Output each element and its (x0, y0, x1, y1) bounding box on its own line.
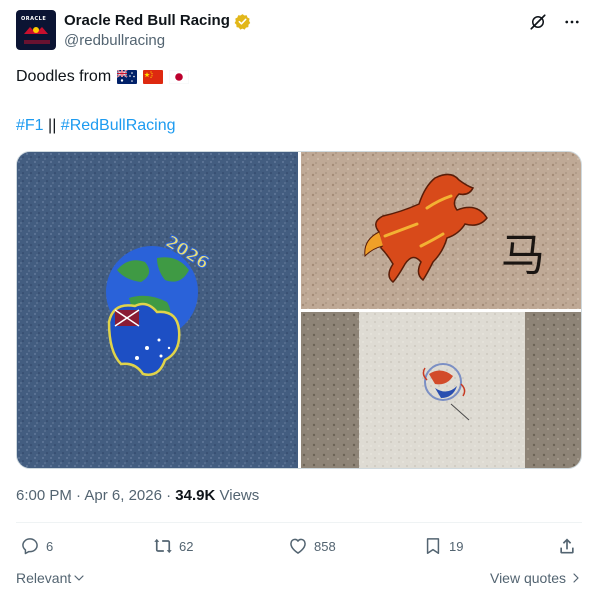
sort-label: Relevant (16, 570, 72, 586)
media-grid: 2026 马 (16, 151, 582, 469)
hashtag-redbullracing[interactable]: #RedBullRacing (61, 117, 176, 134)
australia-flag-icon (117, 70, 138, 84)
tweet-header: ORACLE Oracle Red Bull Racing @redbullra… (16, 10, 582, 56)
views-count: 34.9K (175, 487, 216, 504)
bull-logo-icon (22, 25, 50, 35)
tweet-body: Doodles from (16, 68, 112, 85)
action-bar: 6 62 858 19 (16, 536, 582, 560)
avatar[interactable]: ORACLE (16, 10, 56, 50)
display-name[interactable]: Oracle Red Bull Racing (64, 11, 251, 31)
doodle-character: 马 (501, 230, 545, 281)
japan-flag-icon (169, 70, 190, 84)
tweet-footer: Relevant View quotes (16, 570, 582, 590)
repost-button[interactable]: 62 (153, 536, 193, 556)
heart-icon (290, 538, 306, 554)
photo-china-doodle[interactable]: 马 (301, 152, 581, 309)
display-name-text: Oracle Red Bull Racing (64, 12, 230, 29)
view-quotes-label: View quotes (489, 570, 566, 586)
more-options-icon[interactable] (562, 12, 582, 32)
chevron-down-icon (74, 575, 84, 581)
photo-japan-doodle[interactable] (301, 312, 581, 468)
share-icon (560, 538, 574, 554)
verified-badge-icon (234, 13, 251, 30)
chevron-right-icon (573, 573, 579, 583)
hashtag-f1[interactable]: #F1 (16, 117, 44, 134)
photo-australia-doodle[interactable]: 2026 (17, 152, 298, 468)
share-button[interactable] (557, 536, 577, 556)
sort-dropdown[interactable]: Relevant (16, 570, 85, 586)
hashtag-separator: || (48, 117, 57, 134)
meta-dot: · (76, 487, 82, 504)
bookmark-button[interactable]: 19 (423, 536, 463, 556)
avatar-bar (24, 40, 50, 44)
handle[interactable]: @redbullracing (64, 31, 251, 51)
tweet-date[interactable]: Apr 6, 2026 (84, 487, 162, 504)
like-button[interactable]: 858 (288, 536, 336, 556)
reply-icon (22, 538, 38, 555)
reply-button[interactable]: 6 (20, 536, 53, 556)
divider-top (16, 522, 582, 523)
reply-count: 6 (46, 538, 54, 554)
avatar-logo-text: ORACLE (21, 16, 47, 22)
tweet-time[interactable]: 6:00 PM (16, 487, 72, 504)
bookmark-count: 19 (449, 538, 464, 554)
tweet-meta: 6:00 PM · Apr 6, 2026 · 34.9K Views (16, 486, 259, 506)
hashtags: #F1 || #RedBullRacing (16, 115, 176, 137)
views-label: Views (219, 487, 260, 504)
grok-icon[interactable] (528, 12, 548, 32)
bookmark-icon (426, 538, 440, 554)
view-quotes-link[interactable]: View quotes (490, 570, 582, 586)
meta-dot: · (166, 487, 172, 504)
china-flag-icon (143, 70, 164, 84)
repost-icon (154, 538, 172, 554)
like-count: 858 (314, 538, 336, 554)
tweet-text: Doodles from (16, 66, 190, 88)
repost-count: 62 (179, 538, 194, 554)
